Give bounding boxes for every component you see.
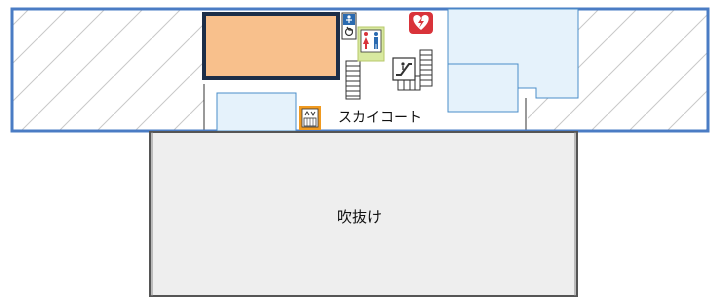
shop-unit-small[interactable]	[216, 92, 297, 132]
shop-cluster-right[interactable]	[447, 8, 579, 113]
aed-heart-icon[interactable]	[409, 12, 433, 34]
floor-map: スカイコート 吹抜け	[10, 7, 710, 297]
sky-court-label: スカイコート	[338, 110, 422, 126]
elevator-icon[interactable]	[299, 106, 321, 130]
wheelchair-restroom-icon	[341, 12, 357, 40]
hatched-area-left	[12, 9, 204, 131]
highlighted-shop[interactable]	[202, 12, 340, 80]
atrium-label: 吹抜け	[337, 208, 382, 226]
stairs	[345, 60, 361, 100]
escalator-icon	[392, 57, 416, 81]
restroom-icon	[357, 26, 385, 62]
